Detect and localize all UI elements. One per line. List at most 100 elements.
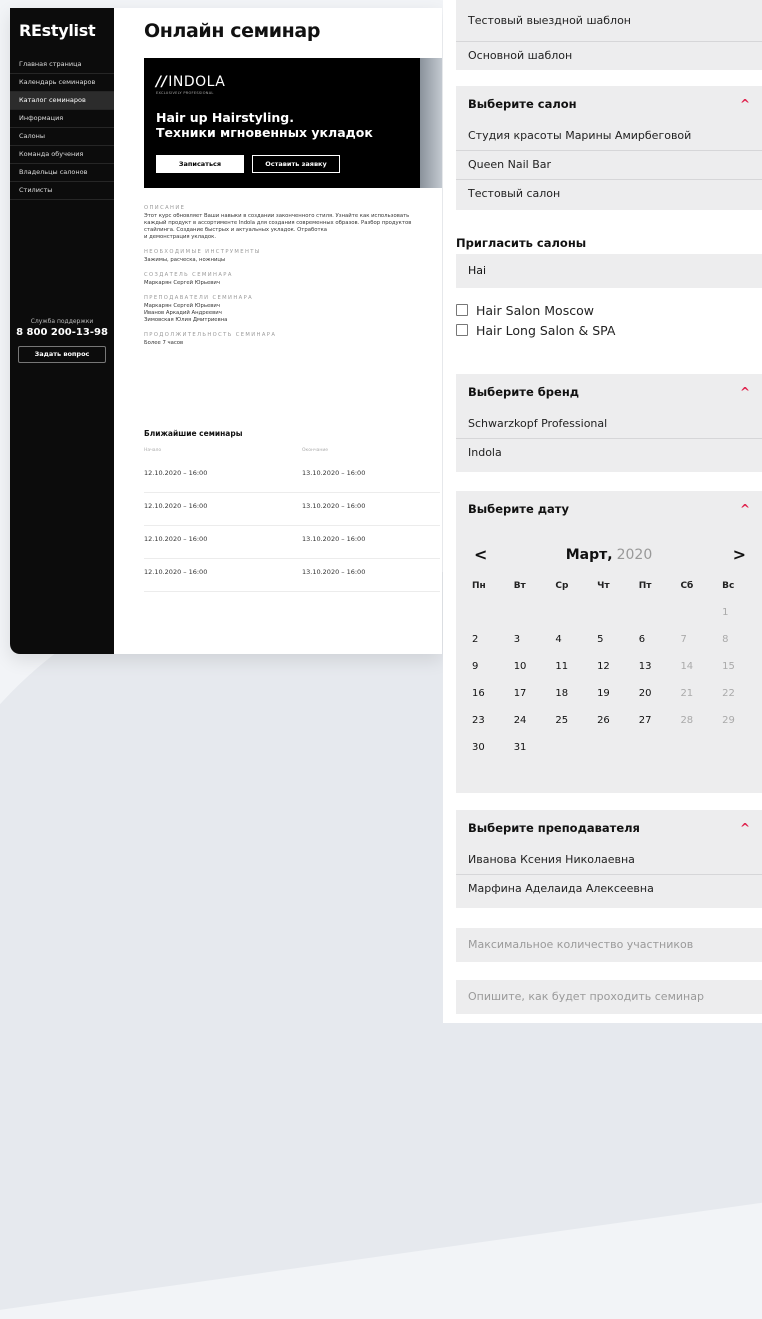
calendar-day[interactable]: 6 [635,631,677,658]
seminar-row[interactable]: 12.10.2020 – 16:00 13.10.2020 – 16:00 [144,493,440,526]
salon-dropdown-header[interactable]: Выберите салон ^ [456,86,762,122]
teacher-option[interactable]: Иванова Ксения Николаевна [456,846,762,874]
template-option[interactable]: Тестовый выездной шаблон [456,0,762,41]
calendar-week: 16 17 18 19 20 21 22 [468,685,760,712]
invite-result-checkbox[interactable]: Hair Long Salon & SPA [456,322,615,340]
calendar-day [551,604,593,631]
calendar-week: 23 24 25 26 27 28 29 [468,712,760,739]
calendar-day[interactable]: 7 [676,631,718,658]
max-participants-input[interactable]: Максимальное количество участников [456,928,762,962]
sidebar-item-team[interactable]: Команда обучения [10,146,114,164]
seminar-row[interactable]: 12.10.2020 – 16:00 13.10.2020 – 16:00 [144,526,440,559]
seminar-row[interactable]: 12.10.2020 – 16:00 13.10.2020 – 16:00 [144,559,440,592]
calendar-day[interactable]: 31 [510,739,552,766]
calendar-day[interactable]: 23 [468,712,510,739]
support-phone[interactable]: 8 800 200-13-98 [10,327,114,338]
calendar-day [551,739,593,766]
brand-option[interactable]: Schwarzkopf Professional [456,410,762,438]
calendar-grid: Пн Вт Ср Чт Пт Сб Вс 1 2 3 4 5 6 7 8 9 1… [468,577,760,766]
salon-option[interactable]: Тестовый салон [456,179,762,208]
chevron-up-icon[interactable]: ^ [740,86,750,122]
banner-photo [420,58,442,188]
seminar-end: 13.10.2020 – 16:00 [302,535,366,543]
calendar-day [676,604,718,631]
sidebar-item-catalog[interactable]: Каталог семинаров [10,92,114,110]
salon-option[interactable]: Queen Nail Bar [456,150,762,179]
date-picker-header[interactable]: Выберите дату ^ [456,491,762,527]
main-content: Онлайн семинар //INDOLA EXCLUSIVELY PROF… [144,8,442,654]
calendar-day[interactable]: 27 [635,712,677,739]
brand-option[interactable]: Indola [456,438,762,467]
calendar-day[interactable]: 2 [468,631,510,658]
salon-option[interactable]: Студия красоты Марины Амирбеговой [456,122,762,150]
sidebar-item-calendar[interactable]: Календарь семинаров [10,74,114,92]
duration-label: ПРОДОЛЖИТЕЛЬНОСТЬ СЕМИНАРА [144,332,277,338]
calendar-day[interactable]: 10 [510,658,552,685]
calendar-week: 30 31 [468,739,760,766]
weekday-label: Вт [513,581,526,591]
chevron-up-icon[interactable]: ^ [740,491,750,527]
invite-salons-input[interactable]: Hai [456,254,762,288]
chevron-up-icon[interactable]: ^ [740,810,750,846]
year-label: 2020 [616,547,653,563]
calendar-day[interactable]: 21 [676,685,718,712]
calendar-day[interactable]: 15 [718,658,760,685]
header-end: Окончание [302,448,329,453]
seminar-info: ОПИСАНИЕ Этот курс обновляет Ваши навыки… [144,205,440,347]
calendar-day[interactable]: 26 [593,712,635,739]
calendar-day[interactable]: 14 [676,658,718,685]
calendar-day[interactable]: 16 [468,685,510,712]
brand-dropdown-header[interactable]: Выберите бренд ^ [456,374,762,410]
checkbox-icon[interactable] [456,304,468,316]
banner-title-line2: Техники мгновенных укладок [156,125,373,140]
weekday-row: Пн Вт Ср Чт Пт Сб Вс [468,577,760,604]
sidebar-item-owners[interactable]: Владельцы салонов [10,164,114,182]
sidebar-nav: Главная страница Календарь семинаров Кат… [10,56,114,200]
signup-button[interactable]: Записаться [156,155,244,173]
calendar-day[interactable]: 28 [676,712,718,739]
calendar-day[interactable]: 18 [551,685,593,712]
calendar-day[interactable]: 11 [551,658,593,685]
request-button[interactable]: Оставить заявку [252,155,340,173]
checkbox-icon[interactable] [456,324,468,336]
weekday-label: Пн [472,581,486,591]
support-block: Служба поддержки 8 800 200-13-98 Задать … [10,318,114,363]
calendar-day[interactable]: 20 [635,685,677,712]
ask-question-button[interactable]: Задать вопрос [18,346,106,363]
nearest-seminars-list: 12.10.2020 – 16:00 13.10.2020 – 16:00 12.… [144,460,440,592]
calendar-day[interactable]: 24 [510,712,552,739]
weekday-label: Чт [597,581,610,591]
calendar-day[interactable]: 8 [718,631,760,658]
sidebar-item-stylists[interactable]: Стилисты [10,182,114,200]
calendar-day[interactable]: 17 [510,685,552,712]
calendar-day[interactable]: 12 [593,658,635,685]
chevron-up-icon[interactable]: ^ [740,374,750,410]
calendar-day[interactable]: 13 [635,658,677,685]
calendar-day [635,604,677,631]
calendar-day[interactable]: 22 [718,685,760,712]
calendar-day[interactable]: 4 [551,631,593,658]
calendar-day[interactable]: 5 [593,631,635,658]
sidebar-item-info[interactable]: Информация [10,110,114,128]
calendar-day[interactable]: 25 [551,712,593,739]
seminar-row[interactable]: 12.10.2020 – 16:00 13.10.2020 – 16:00 [144,460,440,493]
calendar-day [468,604,510,631]
brand-name: INDOLA [168,74,226,90]
teacher-dropdown-header[interactable]: Выберите преподавателя ^ [456,810,762,846]
sidebar-item-home[interactable]: Главная страница [10,56,114,74]
calendar-day[interactable]: 9 [468,658,510,685]
app-logo: REstylist [19,21,96,40]
calendar-day[interactable]: 1 [718,604,760,631]
description-label: ОПИСАНИЕ [144,205,186,211]
weekday-label: Ср [555,581,569,591]
calendar-day[interactable]: 3 [510,631,552,658]
calendar-day[interactable]: 29 [718,712,760,739]
calendar-day[interactable]: 19 [593,685,635,712]
calendar-day[interactable]: 30 [468,739,510,766]
invite-result-checkbox[interactable]: Hair Salon Moscow [456,302,594,320]
template-option[interactable]: Основной шаблон [456,41,762,70]
teacher-option[interactable]: Марфина Аделаида Алексеевна [456,874,762,903]
seminar-description-input[interactable]: Опишите, как будет проходить семинар [456,980,762,1014]
sidebar-item-salons[interactable]: Салоны [10,128,114,146]
next-month-icon[interactable]: > [733,545,746,564]
